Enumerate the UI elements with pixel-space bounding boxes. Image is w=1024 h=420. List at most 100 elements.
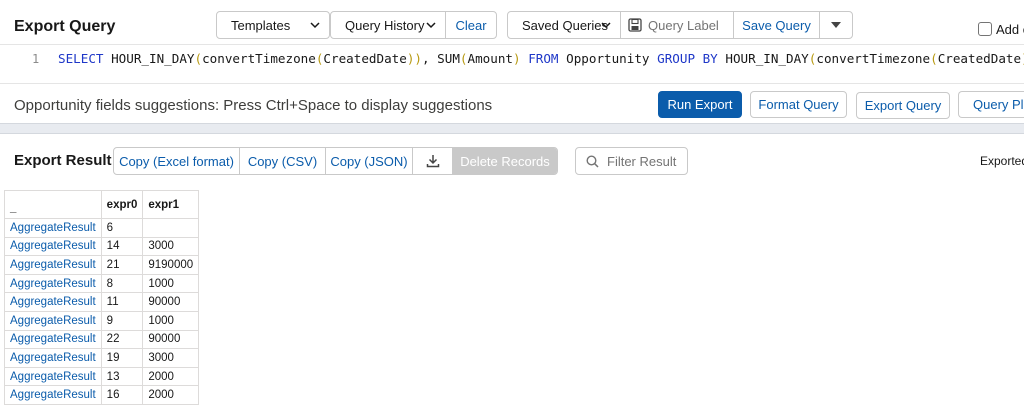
search-icon: [586, 154, 599, 168]
query-token: FROM: [528, 51, 567, 66]
table-row: AggregateResult 13 2000: [4, 366, 200, 387]
record-link[interactable]: AggregateResult: [4, 255, 102, 275]
add-checkbox-label: Add c: [996, 22, 1024, 37]
query-token: (: [930, 51, 938, 66]
table-cell: 3000: [142, 348, 200, 368]
query-token: CreatedDate: [323, 51, 407, 66]
result-title: Export Result: [14, 152, 112, 169]
query-history-label: Query History: [345, 17, 425, 33]
query-token: Opportunity: [566, 51, 658, 66]
record-link[interactable]: AggregateResult: [4, 385, 102, 405]
table-row: AggregateResult 21 9190000: [4, 255, 200, 275]
record-link[interactable]: AggregateResult: [4, 310, 102, 331]
table-cell: 21: [100, 255, 144, 275]
query-token: ,: [422, 51, 438, 66]
table-row: AggregateResult 6: [4, 218, 200, 238]
query-token: SELECT: [58, 51, 112, 66]
clear-button[interactable]: Clear: [445, 11, 497, 39]
table-row: AggregateResult 16 2000: [4, 385, 200, 405]
query-token: CreatedDate: [937, 51, 1022, 66]
copy-excel-button[interactable]: Copy (Excel format): [114, 148, 240, 174]
templates-select[interactable]: Templates: [216, 11, 330, 39]
copy-button-group: Copy (Excel format) Copy (CSV) Copy (JSO…: [113, 147, 558, 175]
query-token: ): [414, 51, 422, 66]
suggestion-hint: Opportunity fields suggestions: Press Ct…: [14, 97, 493, 114]
record-link[interactable]: AggregateResult: [4, 348, 102, 368]
record-link[interactable]: AggregateResult: [4, 218, 102, 238]
table-cell: 90000: [142, 292, 200, 312]
table-cell: 22: [100, 329, 144, 350]
save-query-button[interactable]: Save Query: [733, 11, 820, 39]
result-table: _ expr0 expr1 AggregateResult 6 AggregateR…: [4, 190, 200, 405]
column-header[interactable]: _: [4, 190, 102, 219]
table-cell: 2000: [142, 385, 200, 405]
chevron-down-icon: [426, 22, 436, 29]
query-code-line[interactable]: SELECT HOUR_IN_DAY(convertTimezone(Creat…: [58, 51, 1024, 66]
table-cell: 9190000: [142, 255, 200, 275]
exported-status: Exported: [980, 154, 1024, 168]
record-link[interactable]: AggregateResult: [4, 236, 102, 257]
table-cell: 1000: [142, 273, 200, 294]
query-editor[interactable]: 1 SELECT HOUR_IN_DAY(convertTimezone(Cre…: [0, 44, 1024, 84]
download-button[interactable]: [413, 148, 453, 174]
save-disk-icon: [628, 18, 642, 32]
filter-placeholder: Filter Result: [607, 153, 677, 169]
chevron-down-icon: [310, 22, 320, 29]
chevron-down-icon: [601, 22, 611, 29]
table-cell: 16: [100, 385, 144, 405]
caret-down-icon: [831, 22, 841, 28]
query-token: (: [194, 51, 203, 66]
query-token: convertTimezone: [202, 51, 316, 66]
record-link[interactable]: AggregateResult: [4, 329, 102, 350]
page-title: Export Query: [14, 18, 116, 35]
table-header-row: _ expr0 expr1: [4, 190, 200, 219]
table-row: AggregateResult 8 1000: [4, 273, 200, 294]
query-token: (: [459, 51, 468, 66]
table-row: AggregateResult 22 90000: [4, 329, 200, 350]
table-cell: 2000: [142, 366, 200, 387]
table-cell: 1000: [142, 310, 200, 331]
result-panel: Export Result Copy (Excel format) Copy (…: [0, 133, 1024, 420]
delete-records-button[interactable]: Delete Records: [453, 148, 557, 174]
table-row: AggregateResult 14 3000: [4, 236, 200, 257]
record-link[interactable]: AggregateResult: [4, 292, 102, 312]
query-token: HOUR_IN_DAY: [725, 51, 809, 66]
query-panel: Export Query Templates Query History Cle…: [0, 0, 1024, 124]
table-cell: 13: [100, 366, 144, 387]
table-cell: 3000: [142, 236, 200, 257]
query-label-placeholder: Query Label: [648, 17, 719, 33]
query-token: SUM: [437, 51, 460, 66]
query-plan-button[interactable]: Query Plan: [958, 91, 1024, 118]
query-token: ): [513, 51, 529, 66]
query-history-select[interactable]: Query History: [330, 11, 446, 39]
format-query-button[interactable]: Format Query: [750, 91, 847, 118]
saved-queries-select[interactable]: Saved Queries: [507, 11, 621, 39]
line-number: 1: [32, 52, 40, 66]
export-query-button[interactable]: Export Query: [856, 92, 950, 119]
table-row: AggregateResult 9 1000: [4, 310, 200, 331]
table-cell: 19: [100, 348, 144, 368]
column-header[interactable]: expr1: [142, 190, 200, 219]
column-header[interactable]: expr0: [100, 190, 144, 219]
templates-select-label: Templates: [231, 17, 291, 33]
query-token: Amount: [467, 51, 514, 66]
table-cell: 6: [100, 218, 144, 238]
saved-queries-label: Saved Queries: [522, 17, 608, 33]
table-row: AggregateResult 19 3000: [4, 348, 200, 368]
table-cell: 14: [100, 236, 144, 257]
query-token: HOUR_IN_DAY: [111, 51, 195, 66]
result-toolbar: Export Result Copy (Excel format) Copy (…: [0, 134, 1024, 186]
download-icon: [426, 155, 439, 168]
run-export-button[interactable]: Run Export: [658, 91, 742, 118]
record-link[interactable]: AggregateResult: [4, 273, 102, 294]
copy-json-button[interactable]: Copy (JSON): [326, 148, 413, 174]
query-label-input[interactable]: Query Label: [621, 11, 733, 39]
table-cell: [142, 218, 200, 238]
add-checkbox[interactable]: [978, 22, 992, 36]
copy-csv-button[interactable]: Copy (CSV): [240, 148, 326, 174]
filter-result-input[interactable]: Filter Result: [575, 147, 688, 175]
record-link[interactable]: AggregateResult: [4, 366, 102, 387]
save-options-button[interactable]: [819, 11, 853, 39]
table-row: AggregateResult 11 90000: [4, 292, 200, 312]
table-cell: 8: [100, 273, 144, 294]
